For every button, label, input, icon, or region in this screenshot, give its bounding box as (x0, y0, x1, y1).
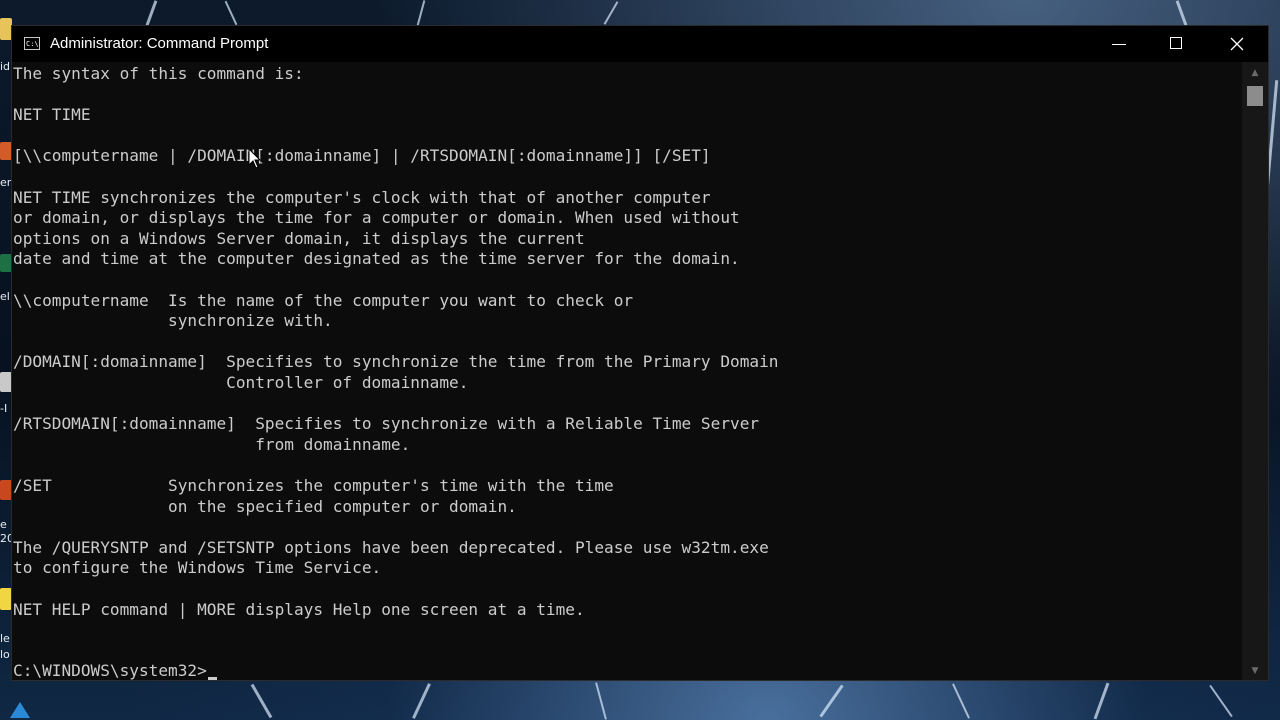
wallpaper-streak (412, 683, 431, 719)
desktop-icon-label: id (0, 60, 11, 73)
console-line: /SET Synchronizes the computer's time wi… (13, 476, 614, 495)
vertical-scrollbar[interactable]: ▲ ▼ (1242, 62, 1268, 680)
wallpaper-streak (603, 1, 619, 25)
console-line: The syntax of this command is: (13, 64, 304, 83)
console-line: from domainname. (13, 434, 411, 454)
wallpaper-streak (595, 682, 607, 720)
console-line: options on a Windows Server domain, it d… (13, 228, 585, 248)
desktop-icon-label: -I (0, 402, 8, 415)
wallpaper-streak (1209, 684, 1233, 718)
console-line: synchronize with. (13, 311, 333, 331)
console-line: to configure the Windows Time Service. (13, 558, 382, 578)
scroll-down-arrow-icon[interactable]: ▼ (1250, 666, 1260, 676)
prompt-path: C:\WINDOWS\system32> (13, 661, 207, 680)
wallpaper-streak (1175, 0, 1188, 26)
window-title: Administrator: Command Prompt (50, 35, 269, 52)
wallpaper-streak (1093, 682, 1110, 720)
scroll-up-arrow-icon[interactable]: ▲ (1250, 68, 1260, 78)
desktop-folder-icon[interactable] (0, 18, 12, 40)
desktop-icon-label: er (0, 176, 12, 189)
console-output[interactable]: The syntax of this command is: NET TIME … (12, 62, 1242, 680)
wallpaper-streak (416, 0, 426, 26)
console-line: [\\computername | /DOMAIN[:domainname] |… (13, 146, 711, 166)
wallpaper-streak (224, 0, 238, 26)
desktop-app-icon[interactable] (0, 142, 12, 160)
wallpaper-streak (952, 683, 970, 719)
console-line: Controller of domainname. (13, 373, 469, 392)
console-line: or domain, or displays the time for a co… (13, 208, 740, 228)
wallpaper-streak (819, 684, 844, 718)
mouse-pointer-icon (248, 148, 262, 169)
cmd-icon: C:\ (24, 37, 40, 50)
console-line: The /QUERYSNTP and /SETSNTP options have… (13, 537, 769, 557)
desktop-file-icon[interactable] (0, 372, 12, 392)
console-line: NET TIME (13, 105, 91, 125)
close-button[interactable] (1208, 26, 1266, 62)
console-line: /RTSDOMAIN[:domainname] Specifies to syn… (13, 414, 760, 434)
maximize-button[interactable] (1148, 26, 1206, 62)
powerpoint-icon[interactable] (0, 480, 12, 500)
desktop-note-icon[interactable] (0, 588, 12, 610)
wallpaper-streak (145, 0, 158, 26)
wallpaper-streak (250, 683, 273, 719)
maximize-icon (1170, 37, 1182, 49)
console-line: NET TIME synchronizes the computer's clo… (13, 187, 711, 207)
command-prompt-line[interactable]: C:\WINDOWS\system32> (13, 661, 217, 680)
console-line: NET HELP command | MORE displays Help on… (13, 599, 585, 619)
excel-icon[interactable] (0, 254, 12, 272)
minimize-button[interactable] (1090, 26, 1148, 62)
desktop-icon-label: e (0, 518, 7, 531)
minimize-icon (1112, 44, 1126, 45)
desktop-icon-label: el (0, 290, 10, 303)
text-cursor (207, 677, 217, 680)
close-icon (1230, 37, 1244, 51)
scroll-thumb[interactable] (1247, 86, 1263, 106)
console-line: /DOMAIN[:domainname] Specifies to synchr… (13, 352, 779, 372)
command-prompt-window: C:\ Administrator: Command Prompt The sy… (12, 26, 1268, 680)
console-line: date and time at the computer designated… (13, 249, 740, 269)
title-bar[interactable]: C:\ Administrator: Command Prompt (12, 26, 1268, 62)
desktop-icon-label: le (0, 632, 10, 645)
console-line: on the specified computer or domain. (13, 496, 517, 516)
console-line: \\computername Is the name of the comput… (13, 290, 634, 310)
taskbar-app-icon[interactable] (8, 700, 32, 720)
desktop-icon-label: lo (0, 648, 10, 661)
